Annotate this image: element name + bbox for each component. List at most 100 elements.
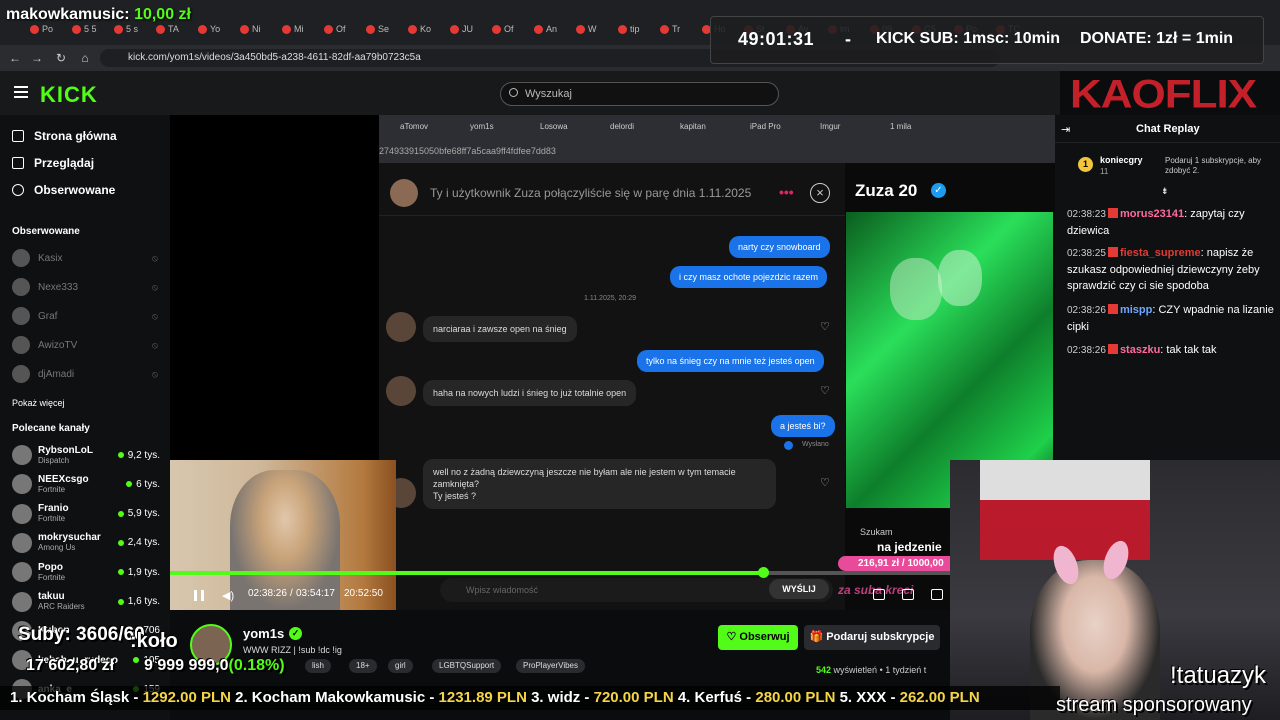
volume-icon[interactable]: ◀)	[222, 589, 234, 602]
browser-tab[interactable]: Of	[492, 20, 514, 38]
followed-item[interactable]: Nexe333 ⦸	[12, 277, 162, 297]
followed-item[interactable]: AwizoTV ⦸	[12, 335, 162, 355]
avatar	[12, 562, 32, 583]
ticker-rank: 1. Kocham Śląsk -	[10, 689, 143, 706]
ticker-entry: 5. XXX - 262.00 PLN	[840, 689, 980, 706]
reload-icon[interactable]: ↻	[52, 49, 70, 67]
nav-following[interactable]: Obserwowane	[12, 183, 115, 197]
followed-item[interactable]: Graf ⦸	[12, 306, 162, 326]
offline-icon: ⦸	[152, 311, 158, 321]
recommended-game: Dispatch	[38, 455, 70, 465]
followed-name: Kasix	[38, 252, 63, 264]
menu-icon[interactable]	[14, 86, 28, 98]
browser-tab[interactable]: Se	[366, 20, 389, 38]
dm-message-right: narty czy snowboard	[729, 236, 830, 258]
browser-tab[interactable]: Tr	[660, 20, 680, 38]
followed-name: Nexe333	[38, 281, 79, 293]
avatar	[12, 278, 30, 296]
chat-username[interactable]: mispp	[1120, 304, 1152, 316]
browser-tab[interactable]: Yo	[198, 20, 220, 38]
browser-tab[interactable]: Mi	[282, 20, 304, 38]
overlay-goal-bar: 216,91 zł / 1000,00	[838, 556, 958, 571]
browser-tab[interactable]: Ko	[408, 20, 431, 38]
chat-username[interactable]: fiesta_supreme	[1120, 247, 1201, 259]
gift-sub-button[interactable]: 🎁 Podaruj subskrypcje	[804, 625, 940, 650]
sub-user[interactable]: koniecgry	[1100, 155, 1143, 165]
chat-message: 02:38:26 mispp: CZY wpadnie na lizanie ci…	[1067, 302, 1275, 335]
nav-home[interactable]: Strona główna	[12, 129, 117, 143]
heart-icon: ♡	[820, 477, 830, 489]
kick-logo[interactable]: KICK	[40, 82, 98, 108]
avatar	[12, 336, 30, 354]
inner-tab: Imgur	[820, 122, 841, 131]
forward-icon[interactable]: →	[28, 49, 46, 67]
pause-icon[interactable]	[194, 590, 204, 601]
viewer-count: 2,4 tys.	[127, 537, 160, 549]
search-input[interactable]: Wyszukaj	[500, 82, 779, 106]
views-ago: • 1 tydzień t	[879, 665, 927, 675]
tab-favicon-icon	[450, 24, 459, 34]
send-button[interactable]: WYŚLIJ	[769, 579, 829, 599]
browser-tab[interactable]: An	[534, 20, 557, 38]
more-icon: •••	[779, 184, 794, 200]
recommended-item[interactable]: mokrysuchar Among Us 2,4 tys.	[12, 530, 160, 556]
browser-tab[interactable]: W	[576, 20, 597, 38]
show-more-link[interactable]: Pokaż więcej	[12, 398, 65, 408]
stream-tag[interactable]: 18+	[349, 659, 377, 673]
stream-tag[interactable]: ProPlayerVibes	[516, 659, 585, 673]
fullscreen-icon[interactable]	[931, 589, 943, 600]
overlay-sponsor: stream sponsorowany	[1056, 694, 1252, 716]
viewer-count: 9,2 tys.	[127, 449, 160, 461]
inner-tab: Losowa	[540, 122, 568, 131]
views-count: 542	[816, 665, 832, 675]
recommended-item[interactable]: takuu ARC Raiders 1,6 tys.	[12, 589, 160, 615]
chat-username[interactable]: morus23141	[1120, 208, 1184, 220]
check-icon	[784, 441, 793, 450]
home-icon[interactable]: ⌂	[76, 49, 94, 67]
dm-message-left: narciaraa i zawsze open na śnieg	[423, 316, 577, 342]
pip-icon[interactable]	[902, 589, 914, 600]
back-icon[interactable]: ←	[6, 49, 24, 67]
overlay-money-total: 17 602,80 zł	[26, 657, 115, 674]
time-total: 03:54:17	[296, 588, 335, 599]
browser-tab[interactable]: JU	[450, 20, 473, 38]
overlay-donate: DONATE: 1zł = 1min	[1080, 30, 1234, 47]
recommended-item[interactable]: Popo Fortnite 1,9 tys.	[12, 559, 160, 585]
avatar	[12, 307, 30, 325]
browser-tab[interactable]: Of	[324, 20, 346, 38]
browser-tab[interactable]: Ni	[240, 20, 261, 38]
theater-icon[interactable]	[873, 589, 885, 600]
recommended-text: mokrysuchar Among Us	[38, 532, 101, 553]
dm-message-right: i czy masz ochote pojezdzic razem	[670, 266, 828, 288]
recommended-item[interactable]: NEEXcsgo Fortnite 6 tys.	[12, 471, 160, 497]
recommended-viewers: 9,2 tys.	[117, 449, 160, 461]
user-badge-icon	[1107, 344, 1118, 354]
recommended-item[interactable]: Franio Fortnite 5,9 tys.	[12, 501, 160, 527]
chat-timestamp: 02:38:26	[1067, 305, 1106, 316]
overlay-money: 10,00 zł	[134, 6, 191, 23]
followed-item[interactable]: djAmadi ⦸	[12, 364, 162, 384]
viewer-count: 1,6 tys.	[127, 596, 160, 607]
viewer-count: 6 tys.	[136, 478, 160, 490]
nav-browse[interactable]: Przeglądaj	[12, 156, 94, 170]
inner-tab: iPad Pro	[750, 122, 781, 131]
stream-tag[interactable]: lish	[305, 659, 332, 673]
dm-message-right: tylko na śnieg czy na mnie też jesteś op…	[637, 350, 824, 372]
pin-icon[interactable]: ⇟	[1161, 186, 1169, 197]
stream-tag[interactable]: LGBTQSupport	[432, 659, 502, 673]
stream-tag[interactable]: girl	[388, 659, 413, 673]
followed-item[interactable]: Kasix ⦸	[12, 248, 162, 268]
user-badge-icon	[1107, 208, 1118, 218]
recommended-item[interactable]: RybsonLoL Dispatch 9,2 tys.	[12, 442, 160, 468]
collapse-icon[interactable]: ⇥	[1061, 123, 1070, 136]
chat-username[interactable]: staszku	[1120, 344, 1160, 356]
browser-tab[interactable]: tip	[618, 20, 640, 38]
followed-header: Obserwowane	[12, 226, 80, 237]
user-badge-icon	[1107, 304, 1118, 314]
follow-button[interactable]: ♡ Obserwuj	[718, 625, 798, 650]
gift-sub-label: Podaruj subskrypcje	[826, 631, 935, 643]
channel-name[interactable]: yom1s	[243, 626, 284, 641]
progress-handle[interactable]	[757, 567, 769, 578]
dm-avatar	[386, 376, 416, 406]
recommended-viewers: 2,4 tys.	[117, 537, 160, 549]
